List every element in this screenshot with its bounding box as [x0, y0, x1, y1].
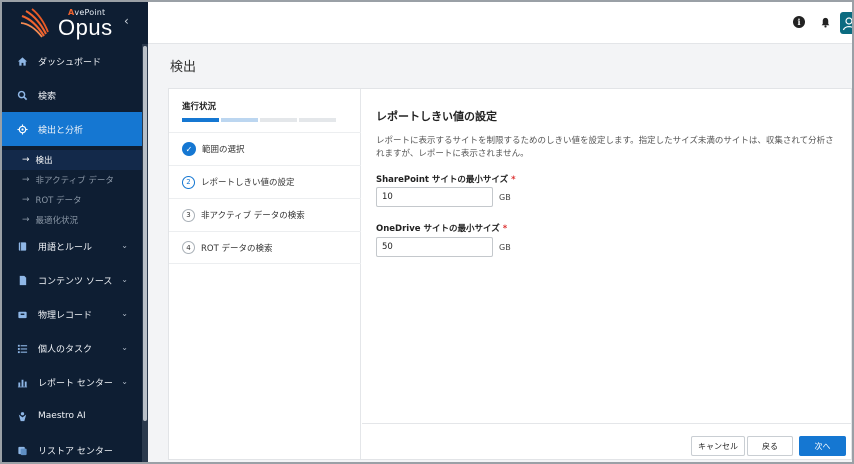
back-button[interactable]: 戻る	[747, 436, 793, 456]
onedrive-size-unit: GB	[499, 243, 511, 252]
sharepoint-size-label: SharePoint サイトの最小サイズ *	[376, 175, 516, 185]
search-icon	[16, 89, 28, 101]
avatar[interactable]	[840, 12, 852, 34]
sharepoint-size-unit: GB	[499, 193, 511, 202]
wizard-step-2[interactable]: 2 レポートしきい値の設定	[169, 165, 361, 198]
top-bar: i	[148, 2, 852, 44]
chevron-down-icon: ⌄	[121, 275, 128, 284]
form-title: レポートしきい値の設定	[376, 110, 497, 123]
required-mark: *	[502, 224, 508, 234]
page-title: 検出	[170, 60, 197, 75]
onedrive-size-input[interactable]	[376, 237, 493, 257]
sidebar-item-search[interactable]: 検索	[2, 78, 142, 112]
bell-icon[interactable]	[819, 16, 831, 28]
next-button[interactable]: 次へ	[799, 436, 846, 456]
logo-mark-icon	[20, 8, 49, 38]
list-icon	[16, 342, 28, 354]
progress-label: 進行状況	[182, 102, 217, 112]
step-number: 3	[182, 208, 195, 222]
arrow-right-icon: →	[22, 215, 30, 225]
target-icon	[16, 123, 28, 135]
wizard-steps-panel: 進行状況 ✓ 範囲の選択 2 レポートしきい値の設定 3 非アクティブ データの…	[169, 89, 361, 459]
sidebar-item-label: 用語とルール	[38, 242, 93, 253]
product-name: Opus	[58, 15, 113, 40]
wizard-step-3[interactable]: 3 非アクティブ データの検索	[169, 198, 361, 231]
wizard-footer: キャンセル 戻る 次へ	[362, 423, 852, 459]
required-mark: *	[511, 175, 516, 185]
restore-icon	[16, 444, 28, 456]
wizard-step-1[interactable]: ✓ 範囲の選択	[169, 132, 361, 165]
wizard-step-4[interactable]: 4 ROT データの検索	[169, 231, 361, 264]
logo: AvePoint Opus ‹	[2, 2, 148, 44]
progress-bar	[182, 118, 336, 122]
sidebar-item-label: 個人のタスク	[38, 344, 93, 355]
step-label: ROT データの検索	[201, 243, 273, 254]
progress-segment	[299, 118, 336, 122]
sidebar-item-restore-center[interactable]: リストア センター	[2, 433, 142, 462]
progress-segment	[182, 118, 219, 122]
sidebar-item-content-sources[interactable]: コンテンツ ソース ⌄	[2, 263, 142, 297]
sidebar-item-physical-records[interactable]: 物理レコード ⌄	[2, 297, 142, 331]
chevron-down-icon: ⌄	[121, 377, 128, 386]
box-icon	[16, 308, 28, 320]
file-icon	[16, 274, 28, 286]
sidebar-item-report-center[interactable]: レポート センター ⌄	[2, 365, 142, 399]
step-label: レポートしきい値の設定	[201, 178, 295, 188]
step-number: 2	[182, 175, 195, 189]
sidebar-item-label: ダッシュボード	[38, 57, 102, 68]
form-description: レポートに表示するサイトを制限するためのしきい値を設定します。指定したサイズ未満…	[376, 136, 834, 159]
sidebar-scrollbar[interactable]	[142, 44, 148, 462]
sidebar-subitem-rot-data[interactable]: → ROT データ	[2, 190, 142, 210]
sidebar-item-label: 検出と分析	[38, 125, 84, 136]
info-icon[interactable]: i	[793, 16, 805, 28]
arrow-right-icon: →	[22, 155, 30, 165]
threshold-form: レポートしきい値の設定 レポートに表示するサイトを制限するためのしきい値を設定し…	[362, 89, 852, 425]
sharepoint-size-input[interactable]	[376, 187, 493, 207]
progress-segment	[221, 118, 258, 122]
sidebar-item-personal-tasks[interactable]: 個人のタスク ⌄	[2, 331, 142, 365]
progress-segment	[260, 118, 297, 122]
sidebar-item-label: Maestro AI	[38, 411, 86, 421]
chevron-down-icon: ⌄	[121, 343, 128, 352]
book-icon	[16, 240, 28, 252]
sidebar-item-label: 物理レコード	[38, 310, 93, 321]
home-icon	[16, 55, 28, 67]
collapse-sidebar-icon[interactable]: ‹	[124, 14, 129, 28]
sidebar-item-label: コンテンツ ソース	[38, 276, 113, 287]
onedrive-size-label: OneDrive サイトの最小サイズ *	[376, 224, 508, 234]
sidebar-subitem-inactive-data[interactable]: → 非アクティブ データ	[2, 170, 142, 190]
ai-icon	[16, 410, 28, 422]
sidebar-item-dashboard[interactable]: ダッシュボード	[2, 44, 142, 78]
sidebar-subitem-discovery[interactable]: → 検出	[2, 150, 142, 170]
sidebar-subitem-optimization-status[interactable]: → 最適化状況	[2, 210, 142, 230]
sidebar: AvePoint Opus ‹ ダッシュボード 検索 検出と分析 → 検出 → …	[2, 2, 148, 462]
sidebar-item-maestro-ai[interactable]: Maestro AI	[2, 399, 142, 433]
chevron-down-icon: ⌄	[121, 309, 128, 318]
sidebar-item-terms-rules[interactable]: 用語とルール ⌄	[2, 229, 142, 263]
cancel-button[interactable]: キャンセル	[691, 436, 745, 456]
chart-icon	[16, 376, 28, 388]
sidebar-item-discovery-analysis[interactable]: 検出と分析	[2, 112, 142, 146]
scrollbar-thumb[interactable]	[143, 46, 147, 421]
step-number: 4	[182, 241, 195, 254]
step-label: 範囲の選択	[202, 145, 245, 155]
sidebar-item-label: 検索	[38, 91, 57, 102]
checkmark-icon: ✓	[182, 142, 196, 156]
arrow-right-icon: →	[22, 195, 30, 205]
sidebar-item-label: リストア センター	[38, 446, 113, 457]
step-label: 非アクティブ データの検索	[201, 211, 305, 221]
arrow-right-icon: →	[22, 175, 30, 185]
chevron-down-icon: ⌄	[121, 241, 128, 250]
sidebar-item-label: レポート センター	[38, 378, 113, 389]
app-window: AvePoint Opus ‹ ダッシュボード 検索 検出と分析 → 検出 → …	[0, 0, 854, 464]
wizard-card: 進行状況 ✓ 範囲の選択 2 レポートしきい値の設定 3 非アクティブ データの…	[168, 88, 852, 460]
